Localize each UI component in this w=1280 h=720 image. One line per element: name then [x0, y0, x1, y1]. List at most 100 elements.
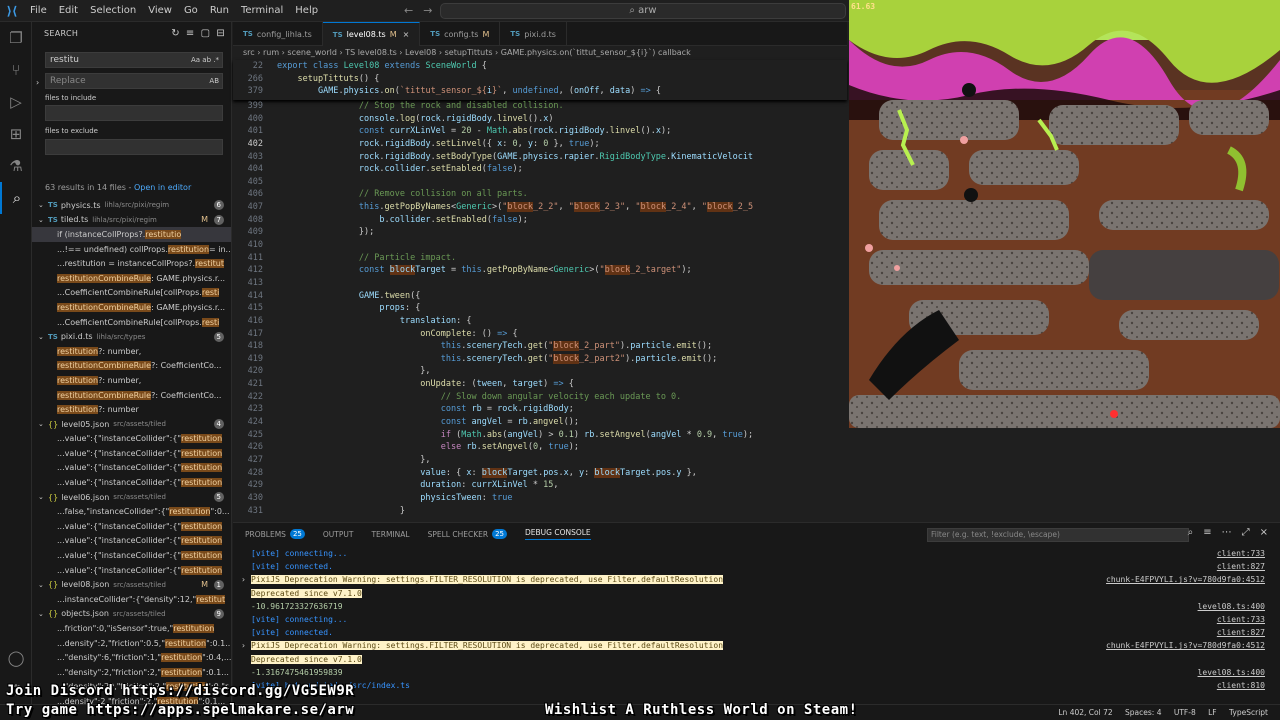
- breadcrumb[interactable]: src › rum › scene_world › TS level08.ts …: [233, 46, 847, 60]
- command-center[interactable]: ⌕ arw: [440, 3, 846, 19]
- result-match[interactable]: ...instanceCollider":{"density":12," rest…: [32, 592, 231, 607]
- chevron-right-icon[interactable]: ›: [241, 573, 246, 586]
- code-line[interactable]: 401 const currXLinVel = 20 - Math.abs(ro…: [233, 125, 847, 138]
- console-line[interactable]: [vite] connecting... client:733: [251, 547, 1271, 560]
- testing-icon[interactable]: ⚗: [0, 150, 32, 182]
- cursor-position[interactable]: Ln 402, Col 72: [1058, 708, 1112, 717]
- indentation[interactable]: Spaces: 4: [1125, 708, 1161, 717]
- back-arrow-icon[interactable]: ←: [404, 4, 413, 17]
- new-editor-icon[interactable]: ▢: [201, 28, 211, 39]
- search-input[interactable]: restitu Aa ab .*: [45, 52, 223, 68]
- result-match[interactable]: ...!== undefined) collProps. restitution …: [32, 242, 231, 257]
- menu-item[interactable]: Edit: [53, 5, 84, 16]
- code-line[interactable]: 379 GAME.physics.on(`tittut_sensor_${i}`…: [233, 85, 847, 98]
- source-link[interactable]: client:733: [1217, 613, 1265, 626]
- clear-console-icon[interactable]: ≡: [1203, 527, 1211, 538]
- search-icon[interactable]: ⌕: [1188, 527, 1194, 538]
- editor-tab[interactable]: TS config_lihla.ts: [233, 22, 323, 46]
- result-match[interactable]: ...CoefficientCombineRule[collProps. rest…: [32, 286, 231, 301]
- refresh-icon[interactable]: ↻: [171, 28, 180, 39]
- menu-item[interactable]: Go: [178, 5, 204, 16]
- source-link[interactable]: client:733: [1217, 547, 1265, 560]
- panel-tab[interactable]: PROBLEMS 25: [245, 529, 305, 539]
- code-line[interactable]: 410: [233, 239, 847, 252]
- search-icon[interactable]: ⌕: [0, 182, 32, 214]
- code-line[interactable]: 430 physicsTween: true: [233, 492, 847, 505]
- console-line[interactable]: Deprecated since v7.1.0: [251, 587, 1271, 600]
- line-ending[interactable]: LF: [1208, 708, 1217, 717]
- code-line[interactable]: 413: [233, 277, 847, 290]
- replace-input[interactable]: Replace AB: [45, 73, 223, 89]
- code-line[interactable]: 414 GAME.tween({: [233, 290, 847, 303]
- code-line[interactable]: 422 // Slow down angular velocity each u…: [233, 391, 847, 404]
- collapse-icon[interactable]: ⊟: [216, 28, 225, 39]
- console-line[interactable]: Deprecated since v7.1.0: [251, 653, 1271, 666]
- result-match[interactable]: restitutionCombineRule?: CoefficientCo..…: [32, 388, 231, 403]
- result-file[interactable]: ⌄ {} level08.json src/assets/tiled M 1: [32, 577, 231, 592]
- extensions-icon[interactable]: ⊞: [0, 118, 32, 150]
- result-file[interactable]: ⌄ TS pixi.d.ts lihla/src/types 5: [32, 329, 231, 344]
- code-line[interactable]: 421 onUpdate: (tween, target) => {: [233, 378, 847, 391]
- code-line[interactable]: 406 // Remove collision on all parts.: [233, 188, 847, 201]
- result-file[interactable]: ⌄ TS tiled.ts lihla/src/pixi/regim M 7: [32, 213, 231, 228]
- console-line[interactable]: › PixiJS Deprecation Warning: settings.FI…: [241, 639, 1271, 652]
- code-line[interactable]: 402 rock.rigidBody.setLinvel({ x: 0, y: …: [233, 138, 847, 151]
- result-match[interactable]: ...value":{"instanceCollider":{" restitut…: [32, 563, 231, 578]
- code-line[interactable]: 425 if (Math.abs(angVel) > 0.1) rb.setAn…: [233, 429, 847, 442]
- code-line[interactable]: 429 duration: currXLinVel * 15,: [233, 479, 847, 492]
- console-line[interactable]: › PixiJS Deprecation Warning: settings.FI…: [241, 573, 1271, 586]
- source-link[interactable]: level08.ts:400: [1198, 666, 1265, 679]
- more-icon[interactable]: ⋯: [1222, 527, 1232, 538]
- code-line[interactable]: 403 rock.rigidBody.setBodyType(GAME.phys…: [233, 151, 847, 164]
- result-match[interactable]: ...value":{"instanceCollider":{" restitut…: [32, 519, 231, 534]
- code-line[interactable]: 22 export class Level08 extends SceneWorl…: [233, 60, 847, 73]
- menu-item[interactable]: Terminal: [235, 5, 289, 16]
- code-line[interactable]: 423 const rb = rock.rigidBody;: [233, 403, 847, 416]
- panel-tab[interactable]: DEBUG CONSOLE: [524, 528, 591, 540]
- result-match[interactable]: ...value":{"instanceCollider":{" restitut…: [32, 461, 231, 476]
- maximize-icon[interactable]: ⤢: [1242, 527, 1250, 538]
- result-match[interactable]: restitutionCombineRule?: CoefficientCo..…: [32, 359, 231, 374]
- editor-tab[interactable]: TS config.ts M: [420, 22, 501, 46]
- result-match[interactable]: ..."density":2,"friction":2," restitution…: [32, 665, 231, 680]
- menu-item[interactable]: View: [142, 5, 178, 16]
- console-line[interactable]: -1.3167475461959839 level08.ts:400: [251, 666, 1271, 679]
- code-line[interactable]: 407 this.getPopByNames<Generic>("block_2…: [233, 201, 847, 214]
- source-link[interactable]: chunk-E4FPVYLI.js?v=780d9fa0:4512: [1106, 573, 1265, 586]
- result-match[interactable]: ...friction":0,"isSensor":true," restitut…: [32, 621, 231, 636]
- console-filter-input[interactable]: Filter (e.g. text, !exclude, \escape): [927, 528, 1189, 542]
- menu-item[interactable]: Selection: [84, 5, 142, 16]
- source-link[interactable]: client:827: [1217, 560, 1265, 573]
- code-line[interactable]: 424 const angVel = rb.angvel();: [233, 416, 847, 429]
- code-line[interactable]: 431 }: [233, 505, 847, 518]
- result-match[interactable]: restitution?: number,: [32, 344, 231, 359]
- include-input[interactable]: [45, 105, 223, 121]
- source-link[interactable]: chunk-E4FPVYLI.js?v=780d9fa0:4512: [1106, 639, 1265, 652]
- code-line[interactable]: 419 this.sceneryTech.get("block_2_part2"…: [233, 353, 847, 366]
- result-file[interactable]: ⌄ {} objects.json src/assets/tiled 9: [32, 607, 231, 622]
- result-match[interactable]: restitution?: number: [32, 402, 231, 417]
- source-link[interactable]: client:827: [1217, 626, 1265, 639]
- code-line[interactable]: 426 else rb.setAngvel(0, true);: [233, 441, 847, 454]
- code-line[interactable]: 412 const blockTarget = this.getPopByNam…: [233, 264, 847, 277]
- account-icon[interactable]: ◯: [0, 642, 32, 674]
- result-match[interactable]: ..."density":6,"friction":1," restitution…: [32, 650, 231, 665]
- console-line[interactable]: [vite] connected. client:827: [251, 626, 1271, 639]
- result-file[interactable]: ⌄ {} level05.json src/assets/tiled 4: [32, 417, 231, 432]
- code-line[interactable]: 427 },: [233, 454, 847, 467]
- editor-tab[interactable]: TS pixi.d.ts: [500, 22, 567, 46]
- menu-item[interactable]: Run: [204, 5, 235, 16]
- game-preview[interactable]: 61.63: [849, 0, 1280, 428]
- result-match[interactable]: if (instanceCollProps?. restitutio: [32, 227, 231, 242]
- preserve-case-button[interactable]: AB: [209, 74, 219, 88]
- editor-tab[interactable]: TS level08.ts M ×: [322, 22, 421, 46]
- explorer-icon[interactable]: ❐: [0, 22, 32, 54]
- code-line[interactable]: 428 value: { x: blockTarget.pos.x, y: bl…: [233, 467, 847, 480]
- code-line[interactable]: 418 this.sceneryTech.get("block_2_part")…: [233, 340, 847, 353]
- code-line[interactable]: 266 setupTittuts() {: [233, 73, 847, 86]
- console-line[interactable]: [vite] connecting... client:733: [251, 613, 1271, 626]
- close-icon[interactable]: ×: [403, 30, 410, 39]
- open-in-editor-link[interactable]: Open in editor: [134, 183, 191, 192]
- code-line[interactable]: 400 console.log(rock.rigidBody.linvel().…: [233, 113, 847, 126]
- result-match[interactable]: restitutionCombineRule: GAME.physics.r..…: [32, 271, 231, 286]
